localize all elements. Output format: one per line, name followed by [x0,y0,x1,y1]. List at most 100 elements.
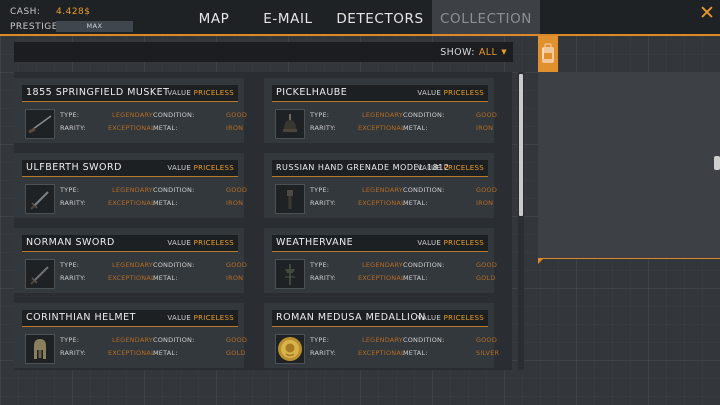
value-amount: PRICELESS [193,314,234,322]
item-value: VALUE PRICELESS [167,239,234,247]
metal-value: IRON [476,124,494,132]
condition-label: CONDITION: [403,111,445,119]
tab-email[interactable]: E-MAIL [248,0,328,34]
rarity-value: EXCEPTIONAL [358,349,405,357]
greek-helmet-icon [34,339,46,359]
condition-label: CONDITION: [153,261,195,269]
item-value: VALUE PRICELESS [167,314,234,322]
metal-value: IRON [226,124,244,132]
show-filter-label: SHOW: [440,46,475,58]
item-thumbnail [275,109,305,139]
metal-label: METAL: [153,349,178,357]
item-thumbnail [275,184,305,214]
condition-label: CONDITION: [403,336,445,344]
value-label: VALUE [417,239,442,247]
rarity-value: EXCEPTIONAL [108,124,155,132]
card-underline [22,326,238,327]
backpack-button[interactable] [538,36,558,72]
card-underline [272,101,488,102]
metal-label: METAL: [153,199,178,207]
card-header: ULFBERTH SWORD VALUE PRICELESS [22,160,238,176]
value-amount: PRICELESS [193,164,234,172]
grenade-icon [287,190,293,209]
collection-card[interactable]: PICKELHAUBE VALUE PRICELESS TYPE: LEGEND… [264,78,497,143]
item-name: CORINTHIAN HELMET [26,312,136,323]
type-label: TYPE: [310,186,330,194]
show-filter-value: ALL [478,46,498,58]
item-preview-panel [538,72,720,258]
rarity-value: EXCEPTIONAL [108,274,155,282]
scrollbar-thumb[interactable] [519,74,523,216]
metal-value: GOLD [476,274,496,282]
tab-map[interactable]: MAP [180,0,248,34]
rarity-value: EXCEPTIONAL [358,199,405,207]
metal-label: METAL: [403,349,428,357]
item-thumbnail [275,334,305,364]
rarity-label: RARITY: [60,274,86,282]
collection-card[interactable]: WEATHERVANE VALUE PRICELESS TYPE: LEGEND… [264,228,498,293]
condition-label: CONDITION: [153,186,195,194]
value-label: VALUE [417,89,442,97]
type-value: LEGENDARY [112,336,153,344]
condition-value: GOOD [226,336,248,344]
rarity-label: RARITY: [60,349,86,357]
cash-label: CASH: [10,6,41,17]
collection-card[interactable]: ROMAN MEDUSA MEDALLION VALUE PRICELESS T… [264,303,499,368]
value-label: VALUE [167,239,192,247]
prestige-label: PRESTIGE: [10,21,62,32]
type-value: LEGENDARY [362,336,403,344]
card-underline [22,176,238,177]
condition-label: CONDITION: [153,336,195,344]
condition-label: CONDITION: [403,186,445,194]
item-thumbnail [25,109,55,139]
backpack-icon [542,43,554,63]
collection-list: 1855 SPRINGFIELD MUSKET VALUE PRICELESS … [14,72,512,370]
value-amount: PRICELESS [443,239,484,247]
show-filter-dropdown[interactable]: SHOW: ALL ▼ [14,42,513,62]
type-label: TYPE: [310,111,330,119]
condition-value: GOOD [476,336,498,344]
collection-card[interactable]: ULFBERTH SWORD VALUE PRICELESS TYPE: LEG… [14,153,247,218]
type-value: LEGENDARY [362,111,403,119]
item-value: VALUE PRICELESS [417,239,484,247]
condition-value: GOOD [476,261,498,269]
item-name: 1855 SPRINGFIELD MUSKET [26,87,170,98]
caret-down-icon: ▼ [501,48,507,56]
prestige-row: PRESTIGE: MAX [10,19,133,34]
card-underline [22,101,238,102]
weathervane-icon [285,264,295,285]
type-value: LEGENDARY [362,261,403,269]
card-header: RUSSIAN HAND GRENADE MODEL 1812 VALUE PR… [272,160,488,176]
main-tabs: MAP E-MAIL DETECTORS COLLECTION [180,0,540,34]
top-bar: CASH: 4.428$ PRESTIGE: MAX MAP E-MAIL DE… [0,0,720,34]
collection-card[interactable]: CORINTHIAN HELMET VALUE PRICELESS TYPE: … [14,303,248,368]
cash-row: CASH: 4.428$ [10,4,133,19]
card-underline [272,176,488,177]
preview-divider [538,258,720,259]
player-stats: CASH: 4.428$ PRESTIGE: MAX [10,4,133,34]
type-value: LEGENDARY [112,186,153,194]
card-header: CORINTHIAN HELMET VALUE PRICELESS [22,310,238,326]
card-header: ROMAN MEDUSA MEDALLION VALUE PRICELESS [272,310,488,326]
tab-detectors[interactable]: DETECTORS [328,0,432,34]
rarity-label: RARITY: [60,124,86,132]
metal-value: IRON [226,199,244,207]
type-value: LEGENDARY [112,111,153,119]
card-header: PICKELHAUBE VALUE PRICELESS [272,85,488,101]
condition-value: GOOD [476,186,498,194]
type-label: TYPE: [310,336,330,344]
rarity-value: EXCEPTIONAL [358,274,405,282]
rarity-label: RARITY: [310,199,336,207]
collection-card[interactable]: NORMAN SWORD VALUE PRICELESS TYPE: LEGEN… [14,228,247,293]
value-amount: PRICELESS [443,164,484,172]
cash-value: 4.428$ [56,6,91,17]
collection-card[interactable]: RUSSIAN HAND GRENADE MODEL 1812 VALUE PR… [264,153,498,218]
item-value: VALUE PRICELESS [417,89,484,97]
rarity-label: RARITY: [310,124,336,132]
mouse-cursor [714,156,720,170]
rarity-value: EXCEPTIONAL [358,124,405,132]
tab-collection[interactable]: COLLECTION [432,0,540,34]
close-icon[interactable]: ✕ [697,3,717,23]
collection-card[interactable]: 1855 SPRINGFIELD MUSKET VALUE PRICELESS … [14,78,247,143]
item-name: WEATHERVANE [276,237,354,248]
